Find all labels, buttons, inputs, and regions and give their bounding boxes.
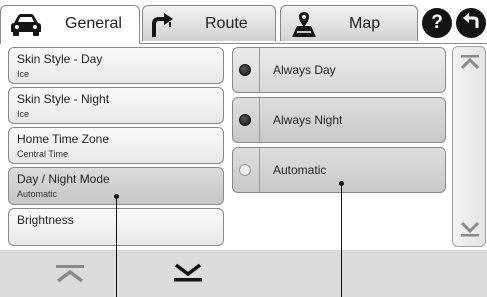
car-icon (9, 10, 43, 45)
setting-name: Brightness (17, 213, 74, 227)
option-label: Always Night (273, 113, 343, 127)
scroll-up-icon[interactable] (460, 55, 480, 74)
setting-name: Day / Night Mode (17, 172, 110, 186)
help-label: ? (431, 12, 443, 33)
setting-skin-style-day[interactable]: Skin Style - Day Ice (8, 47, 224, 84)
radio-checked-icon (239, 64, 251, 76)
option-label: Automatic (273, 163, 327, 177)
map-icon (289, 10, 319, 45)
tab-bar: General Route Map ? (0, 0, 487, 44)
setting-name: Skin Style - Night (17, 92, 110, 106)
setting-name: Skin Style - Day (17, 52, 103, 66)
scrollbar[interactable] (452, 46, 486, 247)
day-night-mode-screen: General Route Map ? Skin Style - Day Ice… (0, 0, 487, 297)
radio-cell (233, 48, 260, 92)
tab-map[interactable]: Map (280, 5, 418, 41)
radio-cell (233, 148, 260, 192)
callout-line-left (116, 197, 117, 297)
option-always-night[interactable]: Always Night (232, 97, 446, 143)
tab-route[interactable]: Route (142, 5, 276, 41)
tab-route-label: Route (205, 15, 248, 32)
scroll-down-icon[interactable] (460, 221, 480, 242)
page-down-icon[interactable] (174, 263, 202, 288)
option-always-day[interactable]: Always Day (232, 47, 446, 93)
back-arrow-icon (461, 11, 481, 36)
option-label: Always Day (273, 63, 336, 77)
radio-cell (233, 98, 260, 142)
setting-value: Ice (17, 69, 30, 79)
setting-value: Ice (17, 109, 30, 119)
setting-name: Home Time Zone (17, 132, 110, 146)
tab-map-label: Map (349, 15, 381, 32)
help-button[interactable]: ? (422, 8, 452, 38)
setting-home-time-zone[interactable]: Home Time Zone Central Time (8, 127, 224, 164)
radio-checked-icon (239, 114, 251, 126)
setting-value: Automatic (17, 189, 58, 199)
tab-general[interactable]: General (0, 5, 140, 44)
turn-arrow-icon (149, 10, 177, 43)
option-automatic[interactable]: Automatic (232, 147, 446, 193)
tab-general-label: General (65, 15, 122, 32)
bottom-bar (0, 250, 487, 297)
page-up-icon[interactable] (56, 265, 84, 288)
setting-skin-style-night[interactable]: Skin Style - Night Ice (8, 87, 224, 124)
radio-unchecked-icon (239, 164, 251, 176)
back-button[interactable] (456, 8, 486, 38)
setting-value: Central Time (17, 149, 69, 159)
callout-line-right (341, 184, 342, 297)
